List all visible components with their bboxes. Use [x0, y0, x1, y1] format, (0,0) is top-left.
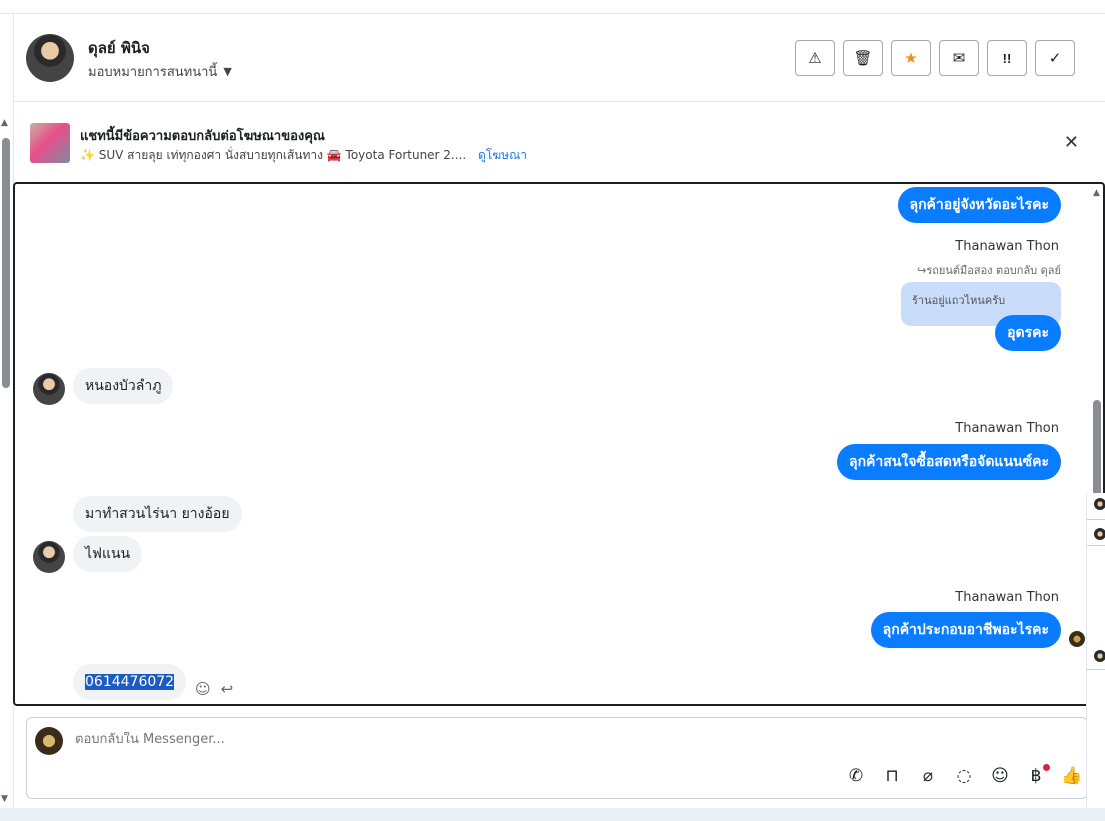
composer-toolbar: ✆ ⊓ ⌀ ◌ ☺ ฿ 👍	[845, 764, 1083, 786]
baht-icon[interactable]: ฿	[1025, 764, 1050, 786]
mark-unread-button[interactable]: ✉	[939, 40, 979, 76]
ad-reply-banner: แชทนี้มีข้อความตอบกลับต่อโฆษณาของคุณ ✨ S…	[14, 103, 1105, 183]
page-avatar	[35, 727, 63, 755]
delete-button[interactable]: 🗑	[843, 40, 883, 76]
side-divider	[1087, 519, 1105, 520]
conversation-header: ดุลย์ พินิจ มอบหมายการสนทนานี้ ▼ ⚠ 🗑 ★ ✉…	[14, 14, 1105, 102]
attachment-icon[interactable]: ⌀	[917, 766, 939, 786]
emoji-icon[interactable]: ☺	[989, 766, 1011, 786]
side-panel-fragment	[1086, 493, 1105, 821]
assign-conversation-dropdown[interactable]: มอบหมายการสนทนานี้ ▼	[88, 61, 232, 82]
message-thread[interactable]: ลุกค้าอยู่จังหวัดอะไรคะ Thanawan Thon ↪ร…	[13, 182, 1105, 706]
reply-composer: ✆ ⊓ ⌀ ◌ ☺ ฿ 👍	[26, 717, 1088, 799]
side-avatar[interactable]	[1094, 528, 1105, 540]
side-divider	[1087, 669, 1105, 670]
ad-description-text: ✨ SUV สายลุย เท่ทุกองศา นั่งสบายทุกเส้นท…	[80, 148, 467, 162]
contact-avatar[interactable]	[26, 34, 74, 82]
reply-context-note: ↪รถยนต์มือสอง ตอบกลับ ดุลย์	[917, 264, 1061, 277]
seen-indicator-avatar	[1069, 631, 1085, 647]
mark-spam-button[interactable]: ⚠	[795, 40, 835, 76]
contact-avatar-small	[33, 373, 65, 405]
like-icon[interactable]: 👍	[1061, 766, 1083, 786]
call-add-icon[interactable]: ✆	[845, 766, 867, 786]
caret-down-icon: ▼	[223, 65, 232, 78]
side-avatar[interactable]	[1094, 498, 1105, 510]
bottom-bar	[0, 808, 1105, 821]
message-bubble-incoming[interactable]: มาทำสวนไร่นา ยางอ้อย	[73, 496, 242, 532]
shopping-bag-icon[interactable]: ⊓	[881, 766, 903, 786]
inbox-conversation-view: ▲ ▼ ดุลย์ พินิจ มอบหมายการสนทนานี้ ▼ ⚠ 🗑…	[0, 0, 1105, 821]
contact-avatar-small	[33, 541, 65, 573]
selected-phone-number[interactable]: 0614476072	[85, 674, 175, 690]
page-scroll-thumb[interactable]	[2, 138, 10, 388]
follow-up-icon: !!	[1002, 50, 1012, 66]
close-icon[interactable]: ✕	[1064, 132, 1079, 153]
message-bubble-outgoing[interactable]: ลุกค้าอยู่จังหวัดอะไรคะ	[897, 187, 1061, 223]
assign-label: มอบหมายการสนทนานี้	[88, 65, 218, 80]
scroll-up-arrow-icon[interactable]: ▲	[1093, 188, 1100, 198]
check-icon: ✓	[1048, 50, 1062, 67]
message-bubble-outgoing[interactable]: ลุกค้าประกอบอาชีพอะไรคะ	[870, 612, 1061, 648]
envelope-open-icon: ✉	[952, 50, 966, 67]
sender-name: Thanawan Thon	[955, 421, 1059, 436]
star-button[interactable]: ★	[891, 40, 931, 76]
ad-banner-title: แชทนี้มีข้อความตอบกลับต่อโฆษณาของคุณ	[80, 129, 325, 144]
side-divider	[1087, 545, 1105, 546]
page-scrollbar[interactable]: ▲ ▼	[0, 118, 12, 808]
notification-dot	[1043, 764, 1050, 771]
scroll-down-arrow-icon[interactable]: ▼	[1, 794, 8, 804]
trash-icon: 🗑	[853, 50, 873, 67]
reply-input[interactable]	[75, 732, 675, 747]
sender-name: Thanawan Thon	[955, 239, 1059, 254]
saved-reply-icon[interactable]: ◌	[953, 766, 975, 786]
message-bubble-outgoing[interactable]: อุดรคะ	[995, 315, 1061, 351]
sender-name: Thanawan Thon	[955, 590, 1059, 605]
message-bubble-incoming[interactable]: หนองบัวลำภู	[73, 368, 174, 404]
warning-icon: ⚠	[808, 50, 822, 67]
message-bubble-incoming[interactable]: ไฟแนน	[73, 536, 143, 572]
message-bubble-outgoing[interactable]: ลุกค้าสนใจซื้อสดหรือจัดแนนซ์คะ	[837, 444, 1061, 480]
star-icon: ★	[904, 50, 918, 67]
side-avatar[interactable]	[1094, 650, 1105, 662]
react-emoji-icon[interactable]: ☺	[195, 680, 211, 698]
ad-banner-description: ✨ SUV สายลุย เท่ทุกองศา นั่งสบายทุกเส้นท…	[80, 146, 527, 165]
mark-done-button[interactable]: ✓	[1035, 40, 1075, 76]
conversation-toolbar: ⚠ 🗑 ★ ✉ !! ✓	[795, 40, 1075, 76]
view-ad-link[interactable]: ดูโฆษณา	[478, 148, 527, 162]
reply-arrow-icon[interactable]: ↩	[221, 680, 234, 698]
ad-thumbnail[interactable]	[30, 123, 70, 163]
message-actions: ☺ ↩	[195, 680, 233, 698]
message-bubble-incoming[interactable]: 0614476072	[73, 664, 187, 700]
contact-name[interactable]: ดุลย์ พินิจ	[88, 36, 150, 60]
follow-up-button[interactable]: !!	[987, 40, 1027, 76]
scroll-up-arrow-icon[interactable]: ▲	[1, 118, 8, 128]
